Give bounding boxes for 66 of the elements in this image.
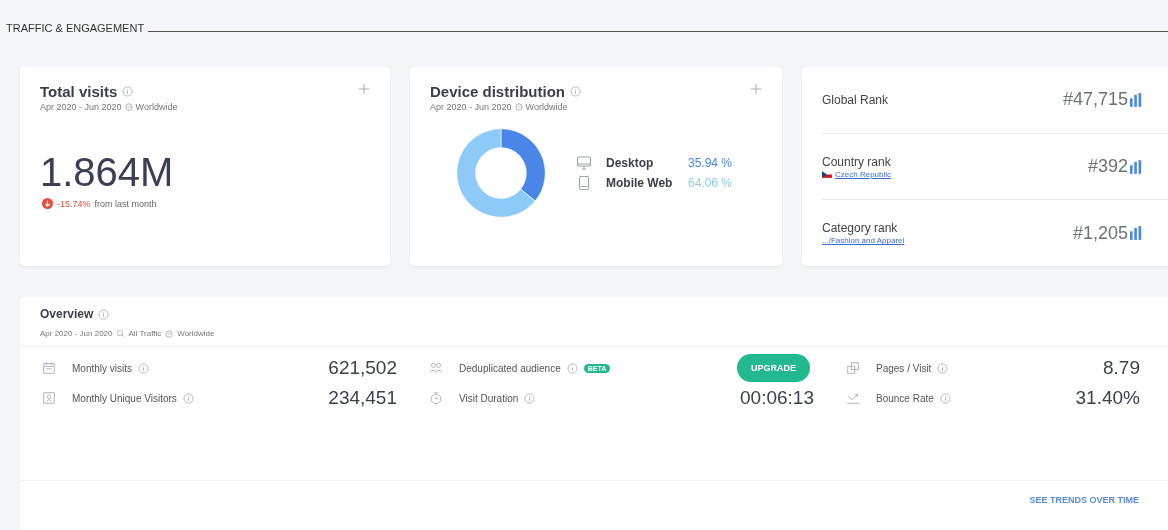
add-icon[interactable] <box>358 83 370 95</box>
info-icon[interactable] <box>524 392 536 404</box>
stopwatch-icon <box>429 391 443 405</box>
metric-value: 00:06:13 <box>740 387 814 409</box>
add-icon[interactable] <box>750 83 762 95</box>
info-icon[interactable] <box>182 392 194 404</box>
overview-title: Overview <box>40 307 94 321</box>
traffic-icon <box>116 329 125 338</box>
info-icon[interactable] <box>570 86 582 97</box>
info-icon[interactable] <box>939 392 951 404</box>
rank-label: Global Rank <box>822 92 890 107</box>
metric-value: 31.40% <box>1075 387 1140 409</box>
metric-value: 621,502 <box>328 357 397 379</box>
bounce-icon <box>846 391 860 405</box>
down-arrow-icon <box>42 198 53 209</box>
bar-chart-icon[interactable] <box>1130 226 1142 241</box>
card-title: Total visits <box>40 83 118 100</box>
metric-label: Pages / Visit <box>876 362 932 374</box>
metric-value: 8.79 <box>1103 357 1140 379</box>
info-icon[interactable] <box>122 86 134 97</box>
info-icon[interactable] <box>138 362 149 374</box>
metric-label: Visit Duration <box>459 392 519 404</box>
metric-label: Monthly Unique Visitors <box>72 392 177 404</box>
legend-label: Mobile Web <box>606 176 674 190</box>
person-card-icon <box>42 391 56 405</box>
date-range: Apr 2020 - Jun 2020 <box>430 102 512 112</box>
rank-link[interactable]: .../Fashion and Apparel <box>822 236 905 246</box>
region-label: Worldwide <box>177 329 215 338</box>
info-icon[interactable] <box>937 362 949 374</box>
change-note: from last month <box>94 198 157 209</box>
rank-value: #47,715 <box>1062 89 1128 111</box>
metric-label: Deduplicated audience <box>459 362 561 374</box>
see-trends-link[interactable]: SEE TRENDS OVER TIME <box>1029 495 1139 505</box>
legend-value: 35.94 % <box>688 156 733 170</box>
rank-value: #1,205 <box>1072 222 1128 244</box>
metric-value: 234,451 <box>328 387 397 409</box>
legend-value: 64.06 % <box>688 176 733 190</box>
metric-label: Monthly visits <box>72 362 132 374</box>
flag-icon <box>822 170 832 178</box>
change-percent: -15.74% <box>57 198 91 209</box>
globe-icon <box>124 103 133 111</box>
rank-label: Country rank <box>822 154 892 169</box>
globe-icon <box>514 103 523 111</box>
bar-chart-icon[interactable] <box>1130 159 1142 174</box>
rank-link[interactable]: Czech Republic <box>835 169 892 179</box>
pages-icon <box>846 361 860 375</box>
legend-label: Desktop <box>606 156 655 170</box>
region-label: Worldwide <box>135 102 178 112</box>
region-label: Worldwide <box>525 102 568 112</box>
rank-label: Category rank <box>822 221 899 236</box>
traffic-label: All Traffic <box>128 329 162 338</box>
users-icon <box>429 361 443 375</box>
card-title: Device distribution <box>430 83 566 100</box>
desktop-icon <box>576 155 592 171</box>
bar-chart-icon[interactable] <box>1130 92 1142 107</box>
mobile-icon <box>576 175 592 191</box>
total-visits-value: 1.864M <box>40 152 175 192</box>
globe-icon <box>165 329 174 338</box>
date-range: Apr 2020 - Jun 2020 <box>40 102 122 112</box>
info-icon[interactable] <box>566 362 578 374</box>
rank-value: #392 <box>1087 156 1128 177</box>
metric-label: Bounce Rate <box>876 392 934 404</box>
section-title: TRAFFIC & ENGAGEMENT <box>6 22 145 34</box>
date-range: Apr 2020 - Jun 2020 <box>40 329 113 338</box>
info-icon[interactable] <box>98 308 110 320</box>
calendar-icon <box>42 361 56 375</box>
